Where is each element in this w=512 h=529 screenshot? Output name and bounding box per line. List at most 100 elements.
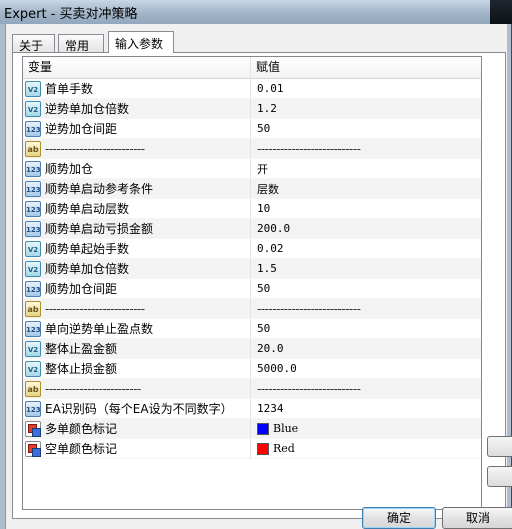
parameter-name-cell: ab -------------------------- bbox=[23, 299, 251, 318]
parameter-name: 整体止盈金额 bbox=[45, 342, 118, 356]
parameter-value-cell[interactable]: 20.0 bbox=[251, 339, 481, 358]
parameter-row[interactable]: V2 首单手数 0.01 bbox=[23, 79, 481, 99]
parameter-name-cell: 空单颜色标记 bbox=[23, 439, 251, 458]
parameter-value: 50 bbox=[257, 322, 271, 335]
parameter-row[interactable]: ab--------------------------------------… bbox=[23, 139, 481, 159]
string-type-icon: ab bbox=[25, 300, 41, 317]
integer-type-icon: 123 bbox=[25, 120, 41, 137]
parameter-name: 顺势加仓 bbox=[45, 162, 94, 176]
parameter-value-cell[interactable]: 200.0 bbox=[251, 219, 481, 238]
parameter-value: 20.0 bbox=[257, 342, 284, 355]
parameter-value-cell[interactable]: 10 bbox=[251, 199, 481, 218]
parameter-row[interactable]: 123 顺势单启动参考条件 层数 bbox=[23, 179, 481, 199]
parameter-name-cell: V2 顺势单起始手数 bbox=[23, 239, 251, 258]
parameter-value: 50 bbox=[257, 282, 271, 295]
parameter-value-cell[interactable]: Red bbox=[251, 439, 481, 458]
parameter-value-cell[interactable]: 5000.0 bbox=[251, 359, 481, 378]
parameter-row[interactable]: V2 顺势单起始手数 0.02 bbox=[23, 239, 481, 259]
parameter-row[interactable]: 123 EA识别码（每个EA设为不同数字） 1234 bbox=[23, 399, 481, 419]
parameter-value: --------------------------- bbox=[257, 301, 361, 316]
double-type-icon: V2 bbox=[25, 260, 41, 277]
tab-about[interactable]: 关于 bbox=[12, 34, 55, 53]
parameter-name: 顺势单启动亏损金额 bbox=[45, 222, 154, 236]
double-type-icon: V2 bbox=[25, 340, 41, 357]
string-type-icon: ab bbox=[25, 380, 41, 397]
parameter-value: 200.0 bbox=[257, 222, 291, 235]
parameter-name-cell: V2 逆势单加仓倍数 bbox=[23, 99, 251, 118]
parameter-value-cell[interactable]: --------------------------- bbox=[251, 299, 481, 318]
parameter-value: 开 bbox=[257, 162, 268, 176]
parameter-name-cell: V2 整体止损金额 bbox=[23, 359, 251, 378]
parameter-name-cell: 123 顺势单启动层数 bbox=[23, 199, 251, 218]
double-type-icon: V2 bbox=[25, 100, 41, 117]
parameter-row[interactable]: 123 逆势加仓间距 50 bbox=[23, 119, 481, 139]
parameter-name-cell: ab ------------------------- bbox=[23, 379, 251, 398]
parameter-value-cell[interactable]: 50 bbox=[251, 119, 481, 138]
save-button[interactable] bbox=[487, 466, 512, 487]
parameter-value-cell[interactable]: 1.2 bbox=[251, 99, 481, 118]
parameter-row[interactable]: ab--------------------------------------… bbox=[23, 379, 481, 399]
parameter-value-cell[interactable]: Blue bbox=[251, 419, 481, 438]
parameter-value: 1234 bbox=[257, 402, 284, 415]
parameter-value: 5000.0 bbox=[257, 362, 297, 375]
parameter-value: 1.5 bbox=[257, 262, 277, 275]
parameter-name: 顺势单启动参考条件 bbox=[45, 182, 154, 196]
parameter-value: 10 bbox=[257, 202, 271, 215]
parameter-name-cell: 123 顺势加仓间距 bbox=[23, 279, 251, 298]
parameter-row[interactable]: 123 顺势加仓间距 50 bbox=[23, 279, 481, 299]
parameter-name-cell: 123 顺势单启动亏损金额 bbox=[23, 219, 251, 238]
expert-window: Expert - 买卖对冲策略 关于 常用 输入参数 变量 赋值 V2 首单手数 0… bbox=[0, 0, 512, 529]
parameter-row[interactable]: V2 顺势单加仓倍数 1.5 bbox=[23, 259, 481, 279]
parameter-row[interactable]: 123 单向逆势单止盈点数 50 bbox=[23, 319, 481, 339]
parameter-name: 顺势单加仓倍数 bbox=[45, 262, 130, 276]
ok-button[interactable]: 确定 bbox=[362, 507, 436, 529]
parameter-row[interactable]: 123 顺势加仓 开 bbox=[23, 159, 481, 179]
parameter-name-cell: V2 整体止盈金额 bbox=[23, 339, 251, 358]
parameter-name: 顺势单启动层数 bbox=[45, 202, 130, 216]
integer-type-icon: 123 bbox=[25, 320, 41, 337]
title-bar[interactable]: Expert - 买卖对冲策略 bbox=[0, 0, 512, 24]
parameter-value-cell[interactable]: --------------------------- bbox=[251, 379, 481, 398]
parameter-row[interactable]: 123 顺势单启动层数 10 bbox=[23, 199, 481, 219]
parameter-name: 逆势单加仓倍数 bbox=[45, 102, 130, 116]
cancel-button[interactable]: 取消 bbox=[442, 507, 512, 529]
parameter-value: Red bbox=[273, 442, 295, 455]
parameter-value-cell[interactable]: --------------------------- bbox=[251, 139, 481, 158]
tab-common[interactable]: 常用 bbox=[58, 34, 104, 53]
parameter-value-cell[interactable]: 1.5 bbox=[251, 259, 481, 278]
parameter-value-cell[interactable]: 0.01 bbox=[251, 79, 481, 98]
parameter-row[interactable]: 多单颜色标记 Blue bbox=[23, 419, 481, 439]
parameter-row[interactable]: V2 整体止损金额 5000.0 bbox=[23, 359, 481, 379]
parameter-row[interactable]: V2 逆势单加仓倍数 1.2 bbox=[23, 99, 481, 119]
parameter-value: 0.01 bbox=[257, 82, 284, 95]
column-header-variable[interactable]: 变量 bbox=[23, 57, 251, 79]
color-swatch bbox=[257, 422, 269, 435]
parameter-row[interactable]: 空单颜色标记 Red bbox=[23, 439, 481, 459]
parameter-value-cell[interactable]: 50 bbox=[251, 319, 481, 338]
parameter-value-cell[interactable]: 50 bbox=[251, 279, 481, 298]
color-type-icon bbox=[25, 420, 41, 437]
parameter-name-cell: 123 单向逆势单止盈点数 bbox=[23, 319, 251, 338]
parameter-row[interactable]: ab-------------------------- ------------… bbox=[23, 299, 481, 319]
parameter-row[interactable]: V2 整体止盈金额 20.0 bbox=[23, 339, 481, 359]
column-header-value[interactable]: 赋值 bbox=[251, 57, 481, 79]
parameter-value-cell[interactable]: 0.02 bbox=[251, 239, 481, 258]
parameter-name-cell: 123 EA识别码（每个EA设为不同数字） bbox=[23, 399, 251, 418]
parameter-name: 整体止损金额 bbox=[45, 362, 118, 376]
parameter-row[interactable]: 123 顺势单启动亏损金额 200.0 bbox=[23, 219, 481, 239]
integer-type-icon: 123 bbox=[25, 200, 41, 217]
load-button[interactable] bbox=[487, 436, 512, 457]
integer-type-icon: 123 bbox=[25, 180, 41, 197]
color-swatch bbox=[257, 442, 269, 455]
parameter-name-cell: 多单颜色标记 bbox=[23, 419, 251, 438]
parameter-value-cell[interactable]: 层数 bbox=[251, 179, 481, 198]
parameter-value-cell[interactable]: 开 bbox=[251, 159, 481, 178]
double-type-icon: V2 bbox=[25, 80, 41, 97]
parameters-grid: 变量 赋值 V2 首单手数 0.01 V2 逆势单加仓倍数 1.2 123 逆势加仓间距 50 a… bbox=[22, 56, 482, 510]
parameter-name-cell: V2 顺势单加仓倍数 bbox=[23, 259, 251, 278]
tab-inputs[interactable]: 输入参数 bbox=[108, 31, 174, 53]
parameter-value-cell[interactable]: 1234 bbox=[251, 399, 481, 418]
parameter-name: ------------------------- bbox=[45, 381, 141, 396]
integer-type-icon: 123 bbox=[25, 400, 41, 417]
dialog-client-area: 关于 常用 输入参数 变量 赋值 V2 首单手数 0.01 V2 逆势单加仓倍数 1.2 1… bbox=[5, 24, 512, 529]
